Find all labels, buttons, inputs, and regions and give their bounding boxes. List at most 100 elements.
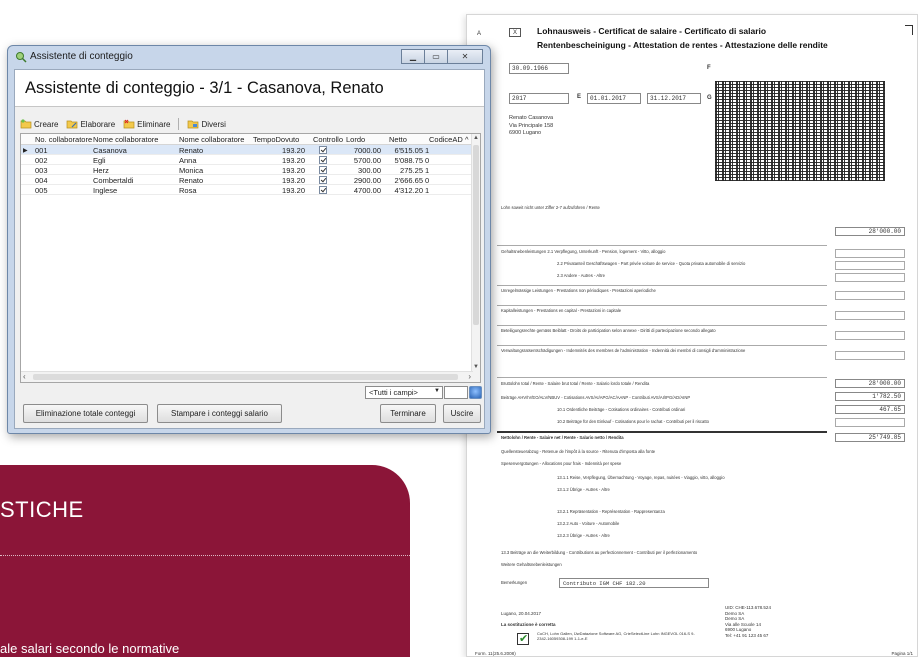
address-street: Via Principale 158 [509, 122, 554, 129]
row-gross: Bruttolohn total / Rente - Salaire brut … [501, 381, 650, 386]
table-row[interactable]: 005 Inglese Rosa 193.20 4700.00 4'312.20… [21, 185, 473, 195]
delete-all-button[interactable]: Eliminazione totale conteggi [23, 404, 148, 423]
cell-name: Rosa [179, 186, 197, 195]
search-input[interactable] [444, 386, 468, 399]
process-button[interactable]: Elaborare [66, 119, 115, 129]
column-header[interactable]: Nome collaboratore [93, 135, 158, 144]
maximize-button[interactable]: ▭ [424, 49, 448, 64]
banner-divider [0, 555, 410, 556]
section-letter-a: A [477, 31, 482, 37]
column-header[interactable]: Nome collaboratore [179, 135, 244, 144]
form-number: Form. 11(25.6.2008) [475, 651, 516, 656]
various-label: Diversi [201, 119, 226, 129]
scroll-left-icon[interactable]: ‹ [23, 372, 26, 381]
amount-net: 25'749.85 [835, 433, 905, 442]
delete-label: Eliminare [137, 119, 171, 129]
process-label: Elaborare [80, 119, 116, 129]
table-row[interactable]: 004 Combertaldi Renato 193.20 2900.00 2'… [21, 175, 473, 185]
employer-block: UID: CHE-113.678.524 Demo SA Demo SA Via… [725, 605, 771, 638]
table-row[interactable]: 003 Herz Monica 193.20 300.00 275.25 1 [21, 165, 473, 175]
print-payslips-button[interactable]: Stampare i conteggi salario [157, 404, 282, 423]
employee-address: Renato Casanova Via Principale 158 6900 … [509, 115, 553, 138]
create-button[interactable]: Creare [20, 119, 58, 129]
column-header[interactable]: Controllo [313, 135, 343, 144]
divider [497, 377, 827, 378]
address-name: Renato Casanova [509, 115, 554, 121]
cell-name: Renato [179, 176, 204, 185]
scroll-thumb[interactable] [33, 374, 458, 380]
cell-no: 004 [35, 176, 48, 185]
chevron-down-icon: ▼ [434, 388, 440, 394]
page-indicator: Pagina 1/1 [891, 651, 913, 656]
scroll-thumb[interactable] [473, 145, 479, 325]
cell-no: 003 [35, 166, 48, 175]
amount-empty [835, 351, 905, 360]
signature-label: La sostituzione è corretta [501, 622, 556, 627]
window-titlebar[interactable]: Assistente di conteggio ▁ ▭ ✕ [8, 46, 490, 68]
window-content: Assistente di conteggio - 3/1 - Casanova… [14, 69, 485, 429]
field-filter-select[interactable]: <Tutti i campi> ▼ [365, 386, 443, 399]
finish-button[interactable]: Terminare [380, 404, 436, 423]
delete-button[interactable]: Eliminare [123, 119, 170, 129]
folder-various-icon [188, 120, 199, 129]
column-header[interactable]: Netto [389, 135, 407, 144]
control-checkbox[interactable] [319, 186, 327, 194]
cell-tempo: 193.20 [282, 186, 305, 195]
table-row[interactable]: ▶ 001 Casanova Renato 193.20 7000.00 6'5… [21, 145, 473, 155]
salary-certificate-document: A X Lohnausweis - Certificat de salaire … [466, 14, 918, 657]
control-checkbox[interactable] [319, 176, 327, 184]
period-from-field: 01.01.2017 [587, 93, 641, 104]
place-date: Lugano, 20.04.2017 [501, 611, 542, 616]
column-header[interactable]: No. collaboratore [35, 135, 92, 144]
vertical-scrollbar[interactable]: ▲ ▼ [471, 134, 480, 382]
row-pointer-icon: ▶ [23, 148, 28, 154]
scroll-down-icon[interactable]: ▼ [473, 364, 479, 370]
divider [497, 245, 827, 246]
control-checkbox[interactable] [319, 156, 327, 164]
cell-lordo: 5700.00 [353, 156, 381, 165]
row-salary: Lohn soweit nicht unter Ziffer 2-7 aufzu… [501, 205, 600, 210]
year-field: 2017 [509, 93, 569, 104]
row-car: 2.2 Privatanteil Geschäftswagen - Part p… [557, 261, 746, 266]
close-button[interactable]: ✕ [447, 49, 483, 64]
column-header[interactable]: Lordo [346, 135, 365, 144]
window-title: Assistente di conteggio [30, 51, 133, 62]
horizontal-scrollbar[interactable]: ‹ › [21, 371, 473, 382]
scroll-right-icon[interactable]: › [468, 372, 471, 381]
row-participation: Beteiligungsrechte gemäss Beiblatt - Dro… [501, 328, 716, 333]
cell-surname: Herz [93, 166, 109, 175]
exit-button[interactable]: Uscire [443, 404, 481, 423]
scroll-up-icon[interactable]: ▲ [473, 135, 479, 141]
toolbar: Creare Elaborare Eliminare Diversi [20, 116, 234, 132]
cell-no: 001 [35, 146, 48, 155]
table-row[interactable]: 002 Egli Anna 193.20 5700.00 5'088.75 0 [21, 155, 473, 165]
cell-name: Renato [179, 146, 204, 155]
section-letter-f: F [707, 65, 711, 71]
section-letter-e: E [577, 94, 582, 100]
minimize-button[interactable]: ▁ [401, 49, 425, 64]
control-checkbox[interactable] [319, 166, 327, 174]
search-button[interactable] [469, 386, 482, 399]
various-button[interactable]: Diversi [187, 119, 226, 129]
window-controls: ▁ ▭ ✕ [401, 49, 483, 64]
row-source-tax: Quellensteuerabzug - Retenue de l'impôt … [501, 449, 656, 454]
row-remarks: Bemerkungen [501, 580, 528, 585]
column-header[interactable]: CodiceAD [429, 135, 463, 144]
row-capital: Kapitalleistungen - Prestations en capit… [501, 308, 622, 313]
maximize-icon: ▭ [432, 52, 440, 61]
column-header[interactable]: TempoDovuto [253, 135, 299, 144]
period-to-field: 31.12.2017 [647, 93, 701, 104]
cell-surname: Combertaldi [93, 176, 134, 185]
cell-tempo: 193.20 [282, 146, 305, 155]
amount-empty [835, 331, 905, 340]
amount-bvg: 467.65 [835, 405, 905, 414]
row-bvg-ordinary: 10.1 Ordentliche Beiträge - Cotisations … [557, 407, 686, 412]
row-flat-other: 13.2.3 Übrige - Autres - Altre [557, 533, 610, 538]
control-checkbox[interactable] [319, 146, 327, 154]
amount-empty [835, 249, 905, 258]
signature-text: CoCH, Lohn Gallen, ÜwDatazione Software … [537, 631, 695, 641]
cell-lordo: 300.00 [358, 166, 381, 175]
signature-area: Lugano, 20.04.2017 La sostituzione è cor… [501, 611, 556, 627]
row-actual-other: 13.1.2 Übrige - Autres - Altre [557, 487, 610, 492]
document-subtitle: Rentenbescheinigung - Attestation de ren… [537, 40, 828, 50]
